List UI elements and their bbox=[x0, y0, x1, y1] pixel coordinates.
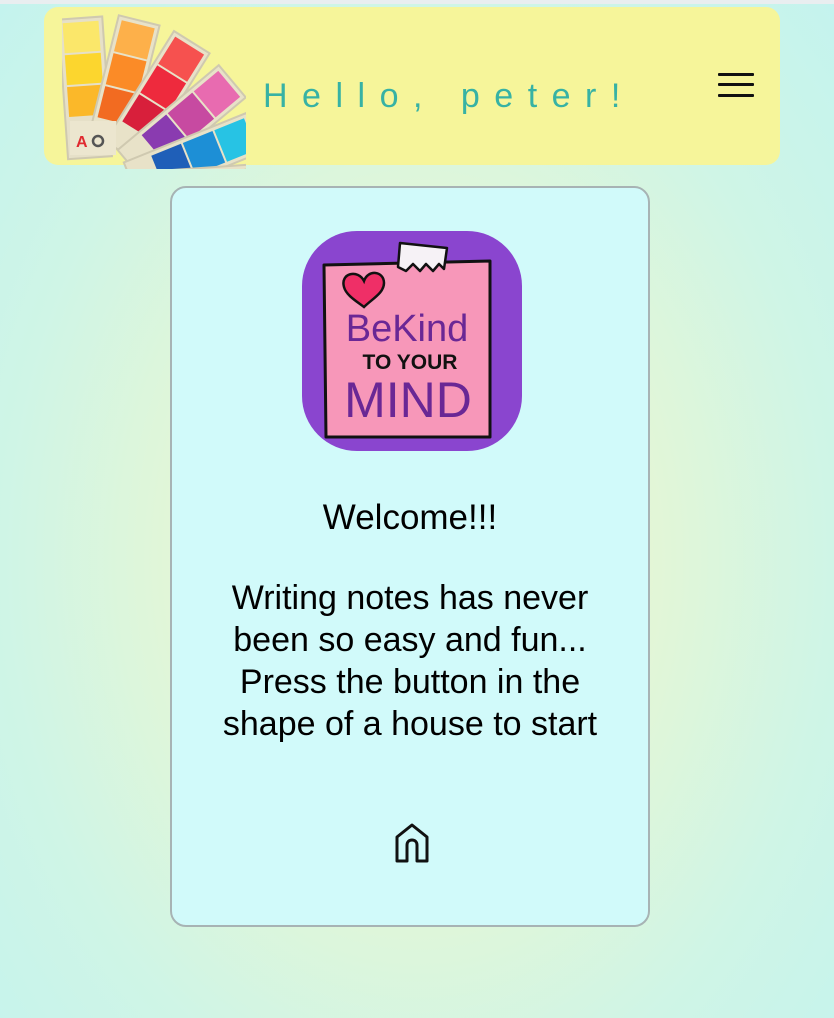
greeting-text: Hello, peter! bbox=[263, 77, 635, 115]
menu-button[interactable] bbox=[716, 71, 756, 111]
sticker-line3: MIND bbox=[344, 372, 472, 428]
sticker-line2: TO YOUR bbox=[363, 351, 458, 374]
be-kind-sticker-image: BeKind TO YOUR MIND bbox=[302, 231, 522, 451]
app-header: A Hello, peter! bbox=[44, 7, 780, 169]
svg-text:A: A bbox=[76, 134, 88, 151]
welcome-heading: Welcome!!! bbox=[322, 498, 498, 537]
welcome-message: Writing notes has never been so easy and… bbox=[222, 579, 598, 743]
home-button[interactable] bbox=[391, 820, 433, 864]
sticker-line1: BeKind bbox=[346, 308, 469, 350]
color-swatch-fan-logo: A bbox=[62, 14, 246, 169]
welcome-card: BeKind TO YOUR MIND Welcome!!! Writing n… bbox=[170, 186, 650, 927]
top-border bbox=[0, 0, 834, 4]
home-icon bbox=[395, 823, 429, 863]
